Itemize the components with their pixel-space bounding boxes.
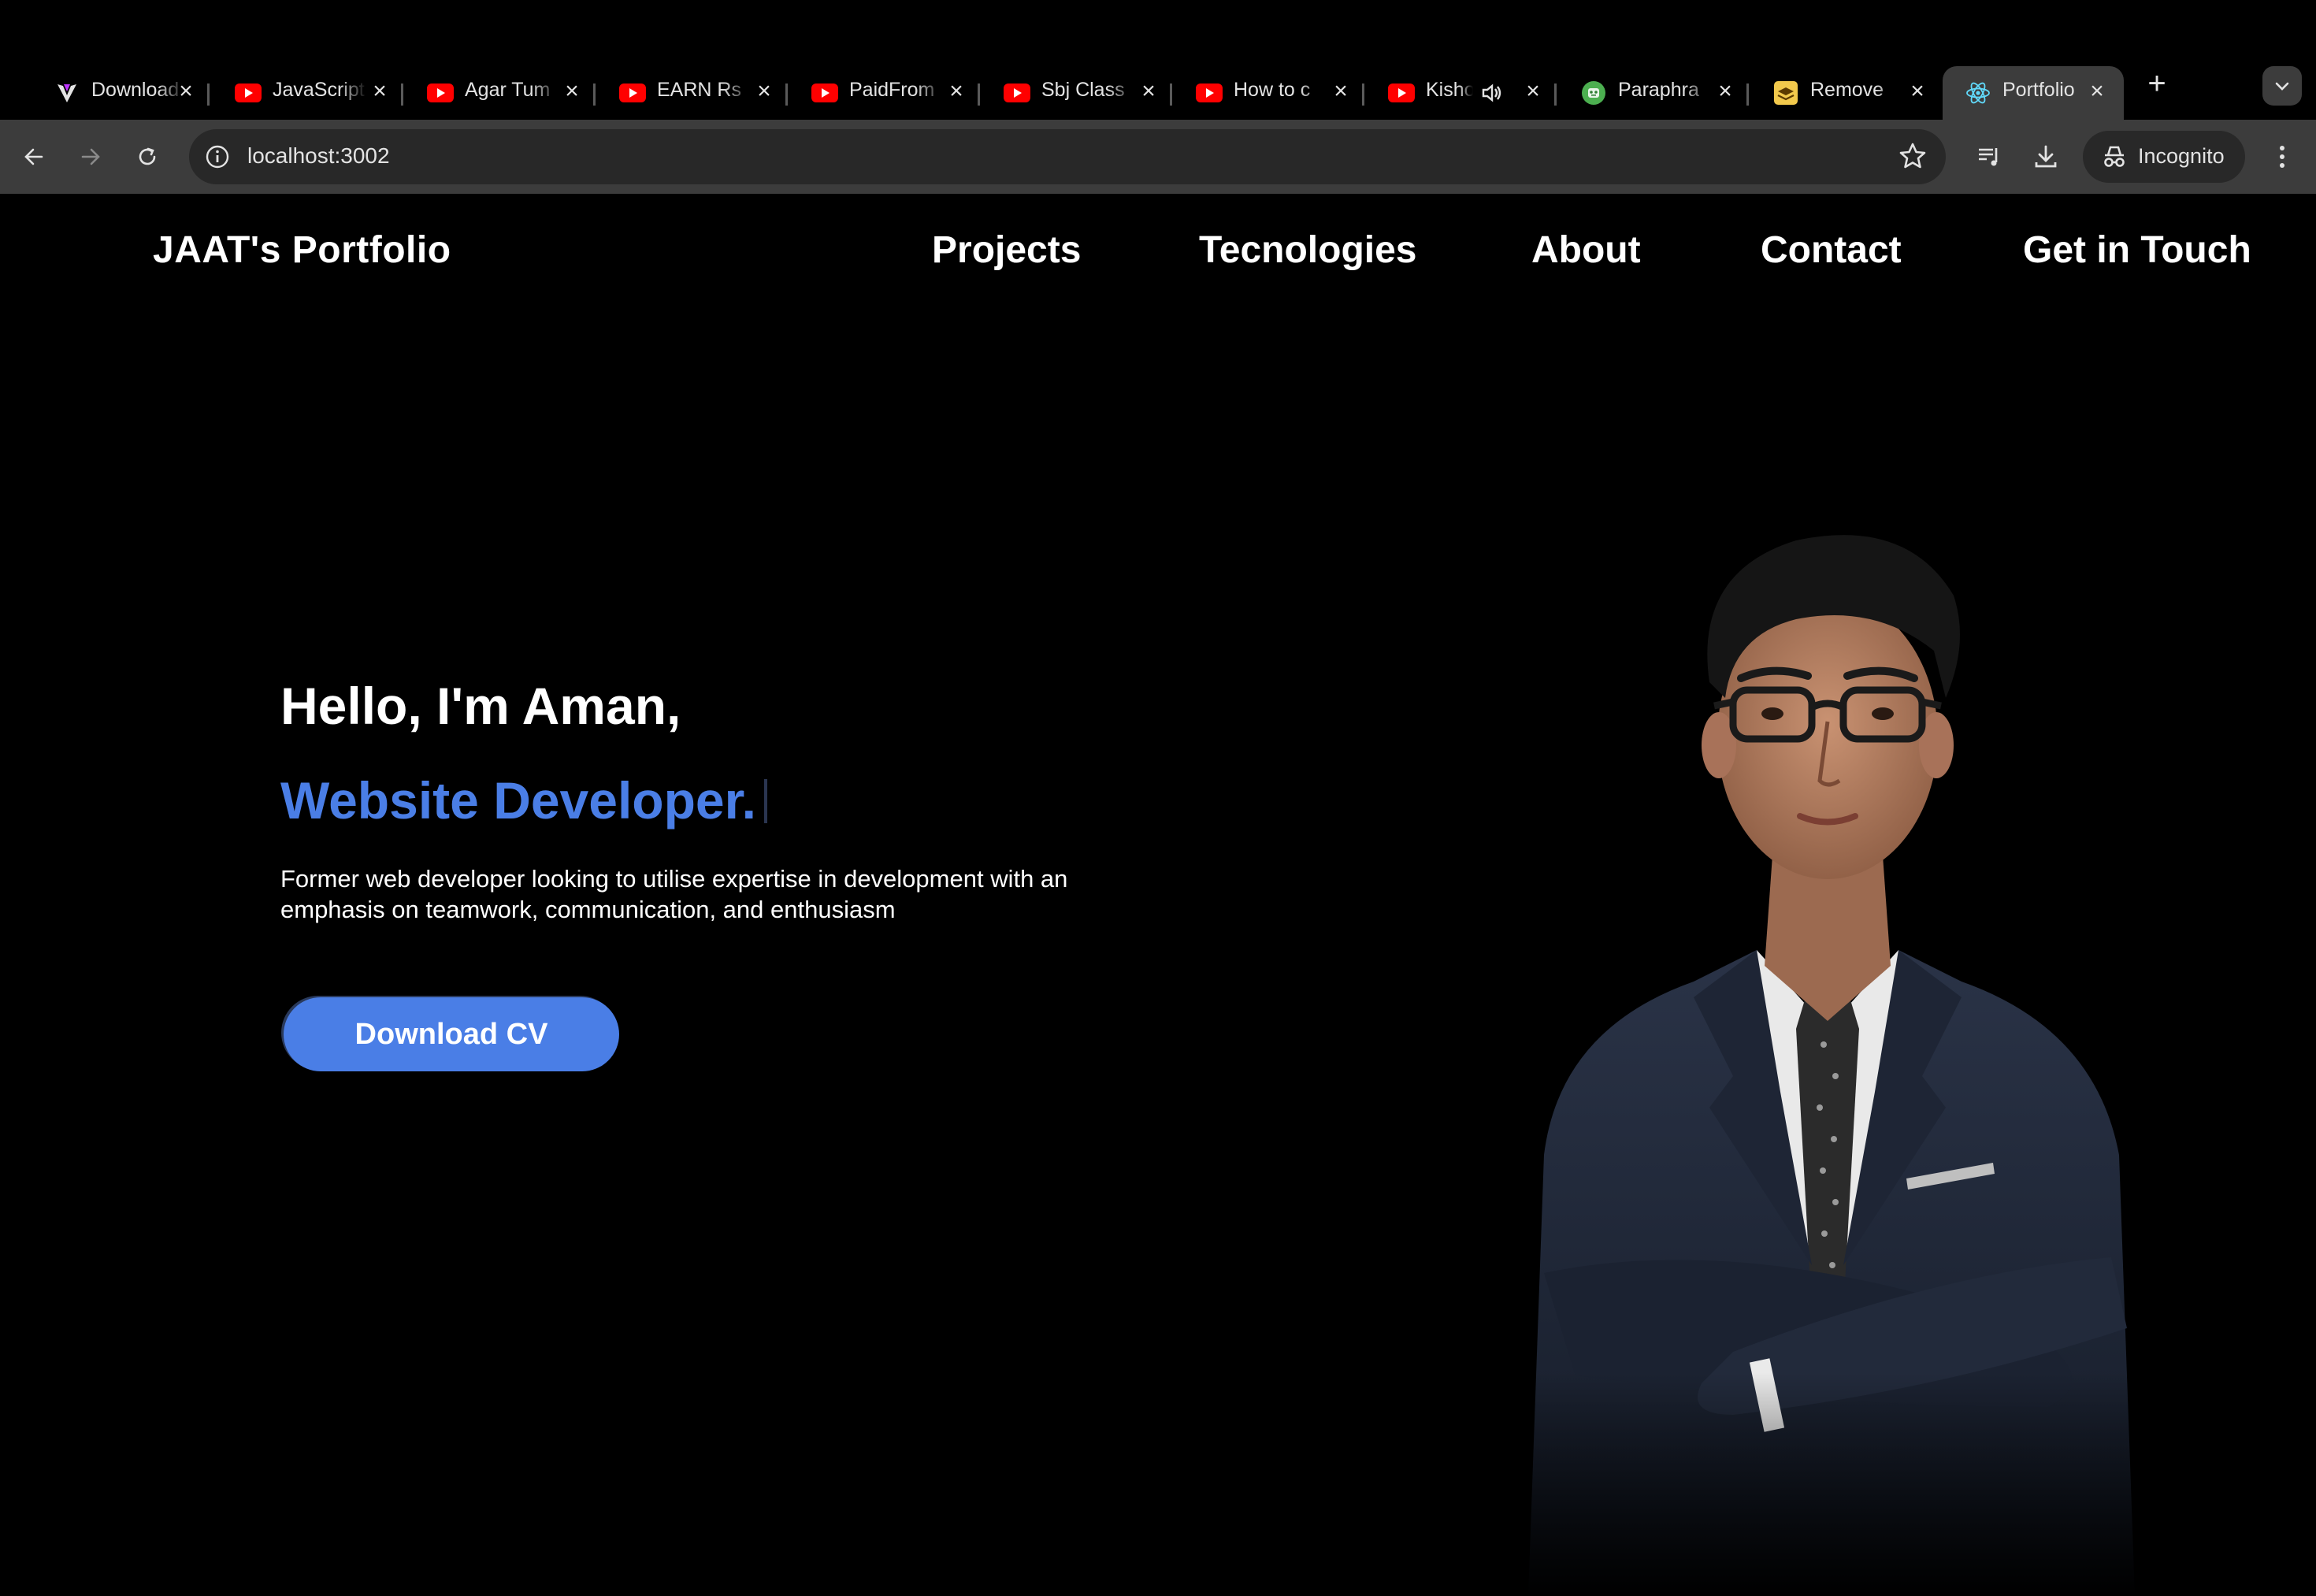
tab-separator: [1746, 84, 1749, 106]
tab-search-button[interactable]: [2262, 66, 2302, 106]
close-icon[interactable]: ×: [942, 77, 971, 106]
tab-separator: [978, 84, 980, 106]
tab-title: Paraphra: [1618, 79, 1699, 101]
reload-button[interactable]: [129, 139, 165, 175]
browser-menu-button[interactable]: [2264, 139, 2300, 175]
hero-bio-line: Former web developer looking to utilise …: [280, 865, 1068, 893]
browser-tab-strip: Download × JavaScript × Agar Tum × EARN …: [0, 0, 2316, 120]
incognito-icon: [2100, 143, 2129, 175]
youtube-icon: [427, 80, 454, 106]
tab-title: JavaScript: [273, 79, 365, 101]
close-icon[interactable]: ×: [2083, 77, 2111, 106]
tab-kisho[interactable]: Kisho ×: [1366, 66, 1557, 120]
close-icon[interactable]: ×: [558, 77, 586, 106]
nav-projects[interactable]: Projects: [932, 228, 1081, 272]
tab-bar: Download × JavaScript × Agar Tum × EARN …: [0, 57, 2316, 120]
queue-music-icon: [1979, 148, 1998, 166]
info-icon[interactable]: [203, 143, 232, 171]
bookmark-star-icon[interactable]: [1897, 140, 1928, 172]
youtube-icon: [811, 80, 838, 106]
arrow-left-icon: [24, 148, 43, 165]
incognito-label: Incognito: [2138, 144, 2225, 168]
site-logo[interactable]: JAAT's Portfolio: [153, 228, 451, 272]
tab-separator: [1554, 84, 1557, 106]
tab-title: Sbj Class: [1041, 79, 1125, 101]
download-icon: [2035, 145, 2057, 168]
forward-button[interactable]: [72, 139, 109, 175]
speaker-icon[interactable]: [1479, 80, 1505, 109]
tab-javascript[interactable]: JavaScript ×: [213, 66, 403, 120]
youtube-icon: [1388, 80, 1415, 106]
portfolio-page: JAAT's Portfolio Projects Tecnologies Ab…: [0, 194, 2316, 1596]
robot-icon: [1580, 80, 1607, 106]
arrow-right-icon: [81, 148, 100, 165]
new-tab-button[interactable]: +: [2140, 66, 2174, 101]
tab-title: PaidFrom: [849, 79, 935, 101]
tab-paraphrase[interactable]: Paraphra ×: [1558, 66, 1749, 120]
typing-cursor: [764, 779, 768, 823]
address-bar[interactable]: localhost:3002: [189, 129, 1946, 184]
tab-earn[interactable]: EARN Rs ×: [597, 66, 788, 120]
nav-technologies[interactable]: Tecnologies: [1199, 228, 1417, 272]
close-icon[interactable]: ×: [1327, 77, 1355, 106]
tab-separator: [401, 84, 403, 106]
tab-how-to[interactable]: How to c ×: [1174, 66, 1364, 120]
downloads-button[interactable]: [2028, 139, 2064, 175]
tab-sbj-class[interactable]: Sbj Class ×: [982, 66, 1172, 120]
tab-separator: [207, 84, 210, 106]
tab-separator: [785, 84, 788, 106]
close-icon[interactable]: ×: [1519, 77, 1547, 106]
tab-title: Remove: [1810, 79, 1884, 101]
tab-title: Kisho: [1426, 79, 1473, 101]
react-icon: [1965, 80, 1991, 106]
hero-greeting: Hello, I'm Aman,: [280, 677, 681, 735]
youtube-icon: [619, 80, 646, 106]
close-icon[interactable]: ×: [1903, 77, 1932, 106]
tab-separator: [1170, 84, 1172, 106]
close-icon[interactable]: ×: [1134, 77, 1163, 106]
tab-title: Agar Tum: [465, 79, 551, 101]
youtube-icon: [235, 80, 262, 106]
nav-contact[interactable]: Contact: [1761, 228, 1902, 272]
tab-separator: [1362, 84, 1364, 106]
stack-icon: [1772, 80, 1799, 106]
tab-title: How to c: [1234, 79, 1311, 101]
tab-title: Portfolio: [2002, 79, 2075, 101]
tab-title: EARN Rs: [657, 79, 741, 101]
hero-bio: Former web developer looking to utilise …: [280, 863, 1163, 925]
nav-about[interactable]: About: [1531, 228, 1641, 272]
profile-photo: [1497, 477, 2158, 1596]
close-icon[interactable]: ×: [366, 77, 394, 106]
url-text[interactable]: localhost:3002: [247, 143, 390, 169]
vite-icon: [54, 80, 80, 106]
tab-paidfrom[interactable]: PaidFrom ×: [789, 66, 980, 120]
close-icon[interactable]: ×: [750, 77, 778, 106]
close-icon[interactable]: ×: [1711, 77, 1739, 106]
tab-portfolio[interactable]: Portfolio ×: [1943, 66, 2124, 120]
incognito-badge[interactable]: Incognito: [2083, 131, 2245, 183]
nav-get-in-touch[interactable]: Get in Touch: [2023, 228, 2251, 272]
hero-role-text: Website Developer.: [280, 771, 757, 830]
download-cv-button[interactable]: Download CV: [284, 997, 619, 1071]
tab-separator: [593, 84, 596, 106]
more-vert-icon: [2280, 146, 2284, 168]
back-button[interactable]: [16, 139, 52, 175]
browser-toolbar: localhost:3002 Incognito: [0, 120, 2316, 194]
tab-download[interactable]: Download ×: [32, 66, 210, 120]
chevron-down-icon: [2275, 82, 2289, 91]
hero-bio-line: emphasis on teamwork, communication, and…: [280, 896, 896, 923]
tab-remove[interactable]: Remove ×: [1750, 66, 1939, 120]
youtube-icon: [1004, 80, 1030, 106]
youtube-icon: [1196, 80, 1223, 106]
hero-role: Website Developer.: [280, 770, 768, 830]
reload-icon: [139, 147, 156, 165]
reading-list-button[interactable]: [1971, 139, 2007, 175]
tab-agar-tum[interactable]: Agar Tum ×: [405, 66, 596, 120]
close-icon[interactable]: ×: [172, 77, 200, 106]
